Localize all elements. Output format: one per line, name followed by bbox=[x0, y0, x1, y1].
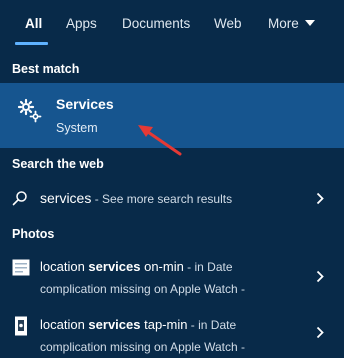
web-search-suffix: - See more search results bbox=[91, 192, 233, 206]
photo-result[interactable]: location services on-min - in Date compl… bbox=[0, 254, 344, 304]
tab-more-label: More bbox=[268, 16, 299, 31]
best-match-title: Services bbox=[56, 96, 114, 112]
photo-title-pre: location bbox=[40, 317, 89, 332]
chevron-right-icon bbox=[316, 326, 324, 339]
photo-title-post: tap-min bbox=[140, 317, 188, 332]
image-file-icon bbox=[15, 316, 27, 336]
annotation-arrow-icon bbox=[138, 125, 182, 156]
tab-documents[interactable]: Documents bbox=[122, 16, 190, 31]
photo-title-post: on-min bbox=[140, 259, 184, 274]
tab-more[interactable]: More bbox=[268, 16, 315, 31]
photo-result-line1: location services on-min - in Date bbox=[40, 256, 233, 278]
image-file-icon bbox=[12, 259, 30, 276]
web-search-query: services bbox=[40, 190, 92, 206]
best-match-subtitle: System bbox=[56, 121, 98, 135]
tab-web[interactable]: Web bbox=[214, 16, 242, 31]
photo-title-match: services bbox=[88, 259, 141, 274]
search-tabs: All Apps Documents Web More bbox=[0, 0, 344, 52]
chevron-down-icon bbox=[304, 20, 315, 26]
tab-apps[interactable]: Apps bbox=[66, 16, 97, 31]
photo-meta: - in Date bbox=[187, 318, 237, 332]
web-search-text: services - See more search results bbox=[40, 187, 232, 210]
chevron-right-icon bbox=[316, 192, 324, 205]
photo-result[interactable]: location services tap-min - in Date comp… bbox=[0, 312, 344, 358]
photo-result-line2: complication missing on Apple Watch - bbox=[40, 340, 245, 354]
tab-all[interactable]: All bbox=[25, 16, 42, 31]
gear-icon bbox=[17, 98, 42, 123]
best-match-header: Best match bbox=[12, 62, 80, 76]
web-section-header: Search the web bbox=[12, 157, 104, 171]
photo-title-pre: location bbox=[40, 259, 89, 274]
photo-title-match: services bbox=[88, 317, 141, 332]
search-icon bbox=[12, 191, 27, 206]
photo-result-line2: complication missing on Apple Watch - bbox=[40, 282, 245, 296]
photo-meta: - in Date bbox=[183, 260, 233, 274]
photo-result-line1: location services tap-min - in Date bbox=[40, 314, 236, 336]
active-tab-indicator bbox=[15, 42, 48, 45]
web-search-result[interactable]: services - See more search results bbox=[0, 186, 344, 212]
chevron-right-icon bbox=[316, 270, 324, 283]
photos-section-header: Photos bbox=[12, 227, 55, 241]
